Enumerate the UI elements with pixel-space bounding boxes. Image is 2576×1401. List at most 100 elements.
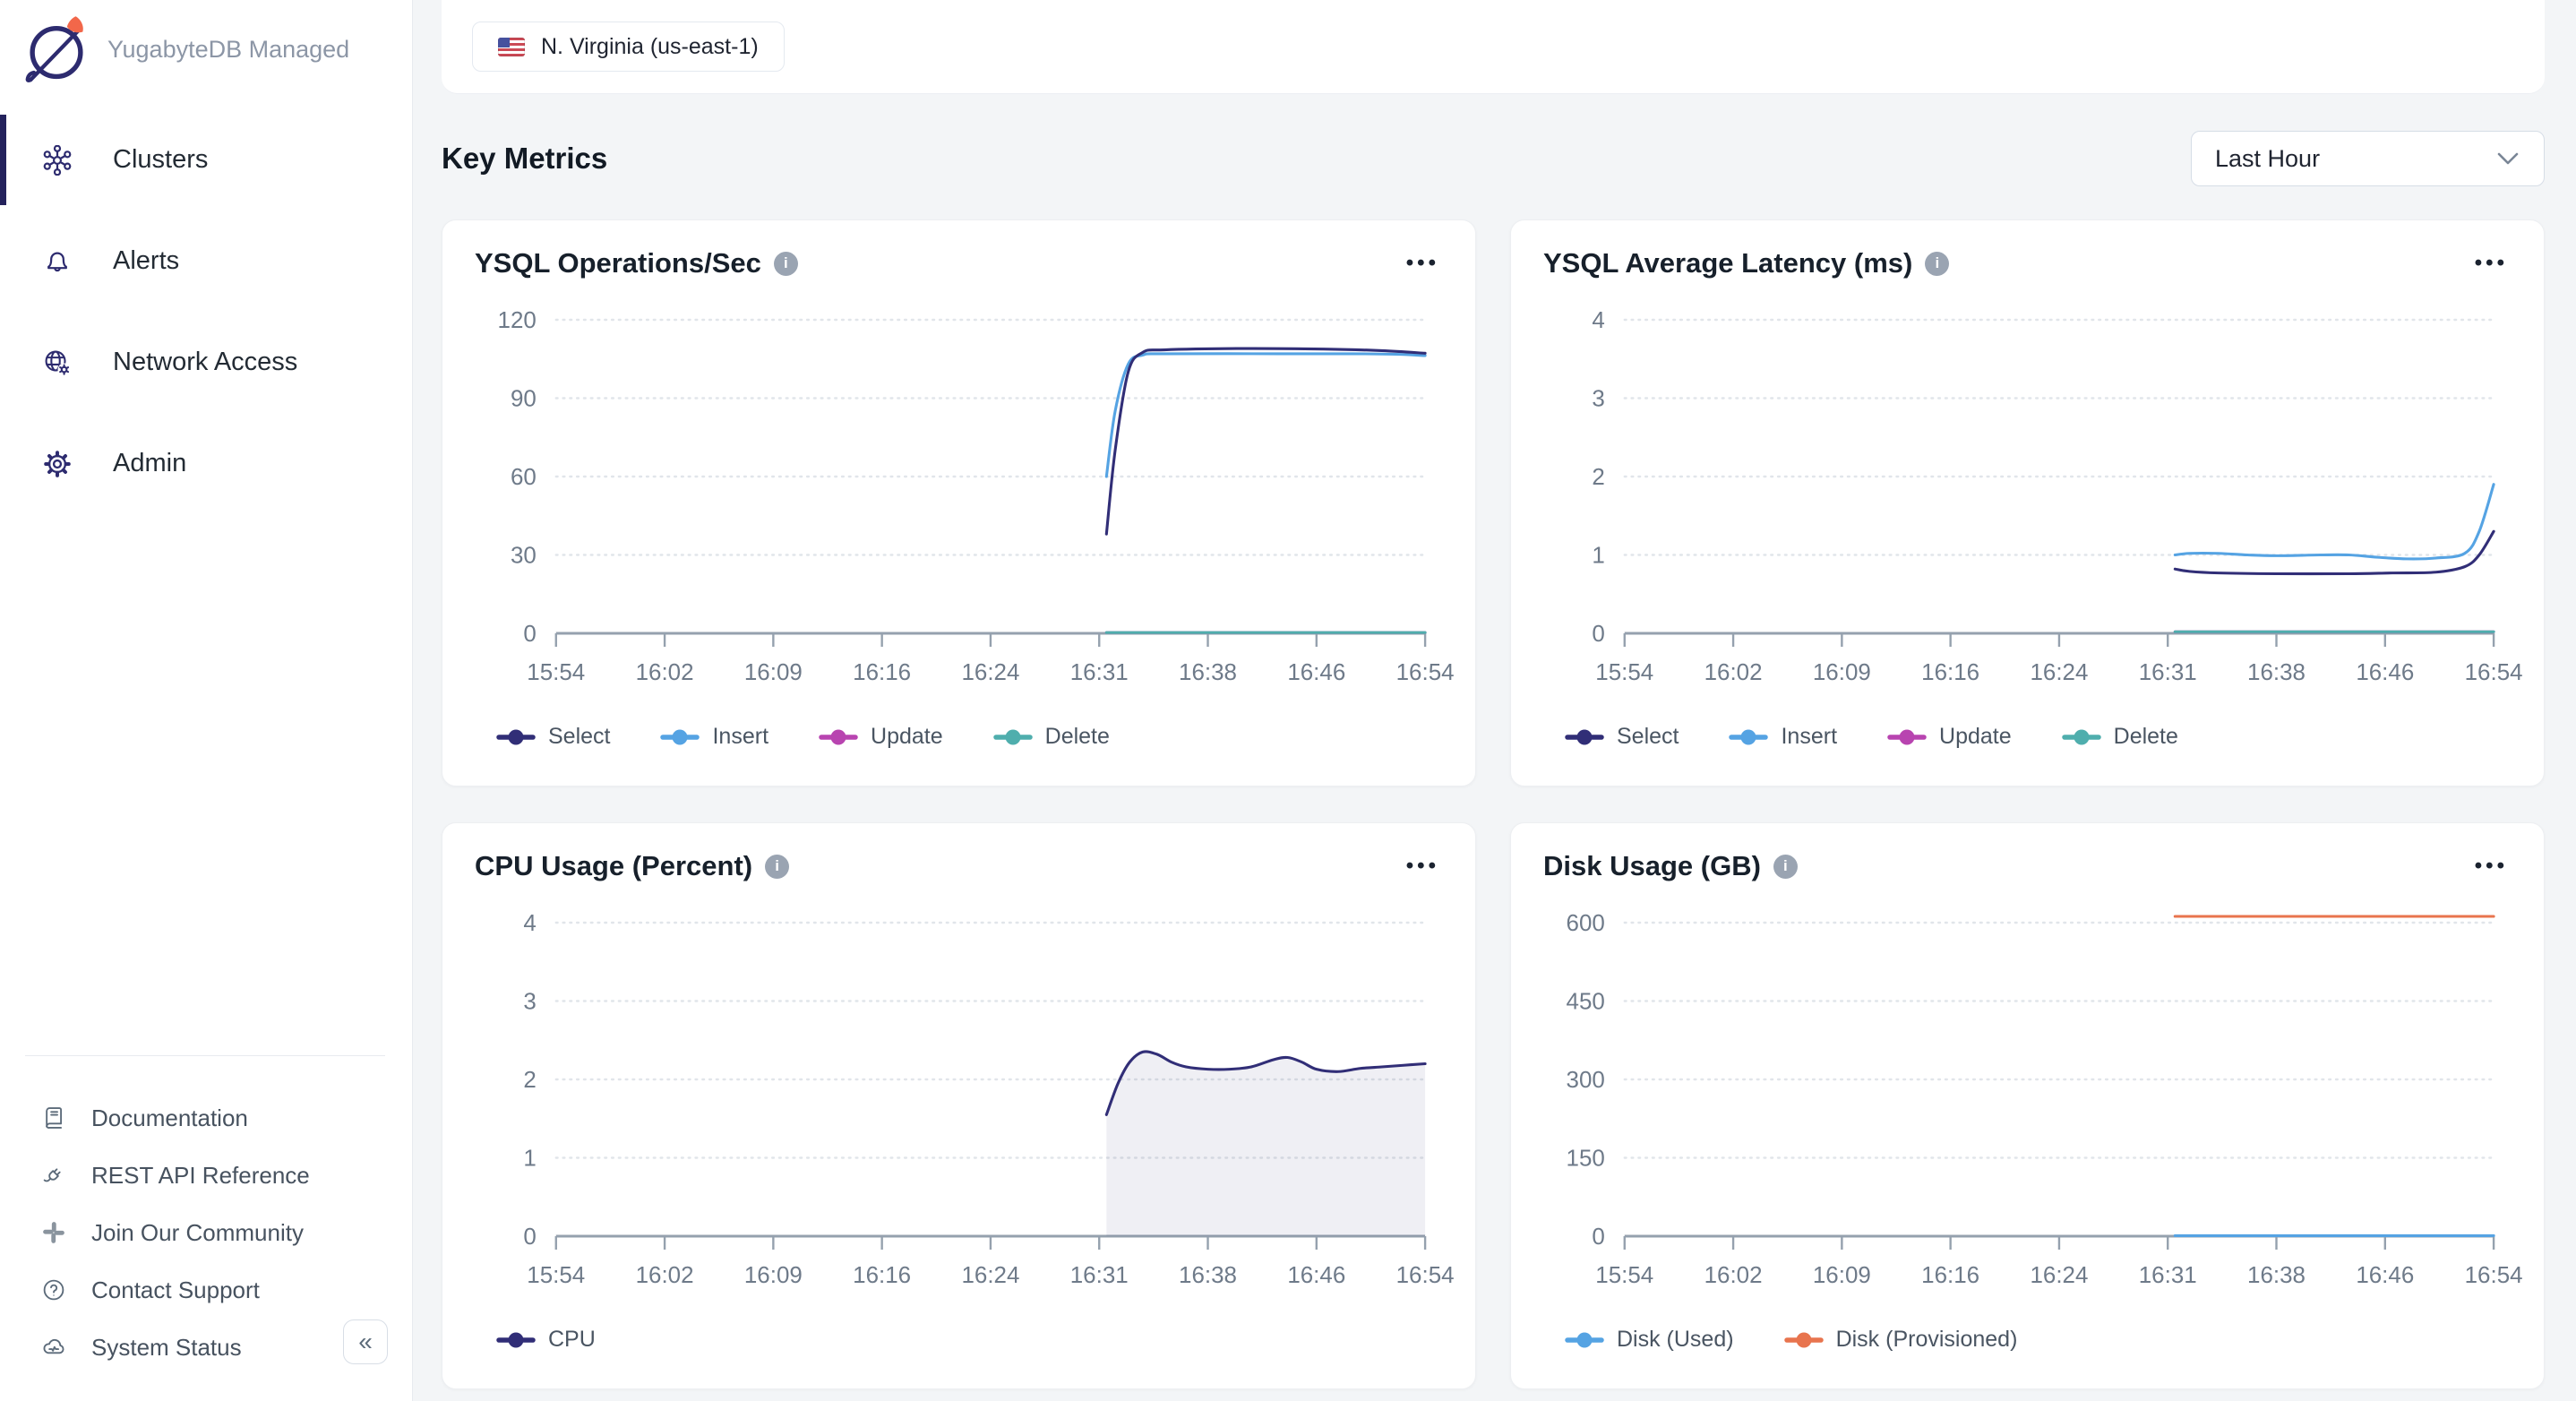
info-icon[interactable]: i — [765, 855, 789, 879]
sidebar-collapse-button[interactable]: « — [343, 1319, 388, 1364]
region-label: N. Virginia (us-east-1) — [541, 34, 759, 60]
legend-item-delete[interactable]: Delete — [2062, 724, 2178, 750]
legend-marker-icon — [1565, 1331, 1604, 1349]
svg-text:16:16: 16:16 — [1921, 658, 1979, 685]
svg-text:16:16: 16:16 — [853, 658, 911, 685]
chart-card-header: CPU Usage (Percent) i ••• — [442, 823, 1475, 882]
legend-item-delete[interactable]: Delete — [993, 724, 1110, 750]
svg-text:16:24: 16:24 — [961, 1261, 1019, 1288]
svg-text:16:09: 16:09 — [744, 1261, 803, 1288]
svg-text:150: 150 — [1567, 1144, 1605, 1171]
chart-card-header: YSQL Operations/Sec i ••• — [442, 220, 1475, 279]
legend-marker-icon — [1565, 728, 1604, 746]
chart-card-disk-usage: Disk Usage (GB) i ••• 015030045060015:54… — [1510, 822, 2545, 1389]
legend-marker-icon — [993, 728, 1033, 746]
svg-text:16:09: 16:09 — [1813, 1261, 1871, 1288]
svg-text:16:02: 16:02 — [636, 1261, 694, 1288]
svg-text:0: 0 — [523, 1223, 536, 1250]
legend-item-update[interactable]: Update — [1887, 724, 2012, 750]
collapse-chevrons-icon: « — [358, 1328, 373, 1356]
legend-item-select[interactable]: Select — [1565, 724, 1679, 750]
chart-legend: Select Insert Update Delete — [1565, 724, 2178, 750]
legend-item-disk-provisioned[interactable]: Disk (Provisioned) — [1784, 1327, 2018, 1353]
ellipsis-menu-icon[interactable]: ••• — [1406, 855, 1439, 877]
svg-text:15:54: 15:54 — [1595, 658, 1653, 685]
legend-label: CPU — [548, 1327, 596, 1353]
svg-text:2: 2 — [523, 1066, 536, 1093]
sidebar-item-label: Clusters — [113, 145, 208, 175]
legend-label: Disk (Used) — [1617, 1327, 1734, 1353]
svg-text:16:16: 16:16 — [1921, 1261, 1979, 1288]
legend-marker-icon — [1729, 728, 1768, 746]
chart-card-ysql-latency: YSQL Average Latency (ms) i ••• 0123415:… — [1510, 219, 2545, 786]
info-icon[interactable]: i — [1773, 855, 1798, 879]
legend-item-update[interactable]: Update — [819, 724, 943, 750]
time-range-value: Last Hour — [2215, 145, 2320, 173]
svg-text:16:31: 16:31 — [2139, 1261, 2197, 1288]
sidebar-item-label: Alerts — [113, 246, 179, 276]
legend-item-insert[interactable]: Insert — [660, 724, 769, 750]
chart-legend: CPU — [496, 1327, 596, 1353]
svg-text:90: 90 — [511, 384, 537, 411]
legend-item-cpu[interactable]: CPU — [496, 1327, 596, 1353]
svg-text:0: 0 — [1592, 1223, 1604, 1250]
legend-marker-icon — [496, 1331, 536, 1349]
sidebar-item-admin[interactable]: Admin — [0, 413, 412, 514]
legend-item-insert[interactable]: Insert — [1729, 724, 1837, 750]
svg-text:16:24: 16:24 — [2030, 658, 2088, 685]
info-icon[interactable]: i — [1925, 252, 1949, 276]
chevron-down-icon — [2497, 152, 2519, 166]
info-icon[interactable]: i — [774, 252, 798, 276]
legend-label: Disk (Provisioned) — [1836, 1327, 2018, 1353]
legend-item-select[interactable]: Select — [496, 724, 610, 750]
ellipsis-menu-icon[interactable]: ••• — [2475, 855, 2508, 877]
svg-text:16:31: 16:31 — [2139, 658, 2197, 685]
legend-item-disk-used[interactable]: Disk (Used) — [1565, 1327, 1734, 1353]
chart-title: YSQL Average Latency (ms) — [1543, 247, 1912, 279]
yugabytedb-managed-dashboard: YugabyteDB Managed Clusters — [0, 0, 2576, 1401]
svg-text:30: 30 — [511, 541, 537, 568]
time-range-select[interactable]: Last Hour — [2191, 131, 2545, 186]
svg-text:2: 2 — [1592, 463, 1604, 490]
sidebar-item-contact-support[interactable]: Contact Support — [0, 1261, 412, 1319]
svg-text:16:16: 16:16 — [853, 1261, 911, 1288]
app-title: YugabyteDB Managed — [107, 36, 349, 64]
sidebar-item-clusters[interactable]: Clusters — [0, 109, 412, 211]
sidebar-item-documentation[interactable]: Documentation — [0, 1089, 412, 1147]
legend-label: Delete — [1045, 724, 1110, 750]
legend-label: Select — [1617, 724, 1679, 750]
chart-legend: Disk (Used) Disk (Provisioned) — [1565, 1327, 2017, 1353]
region-panel: N. Virginia (us-east-1) — [442, 0, 2545, 94]
svg-text:15:54: 15:54 — [1595, 1261, 1653, 1288]
footer-item-label: Join Our Community — [91, 1219, 304, 1247]
sidebar-item-rest-api-reference[interactable]: REST API Reference — [0, 1147, 412, 1204]
legend-label: Insert — [1781, 724, 1837, 750]
svg-text:16:02: 16:02 — [1704, 1261, 1763, 1288]
clusters-icon — [32, 145, 82, 176]
footer-item-label: System Status — [91, 1334, 242, 1362]
svg-text:600: 600 — [1567, 909, 1605, 936]
svg-text:15:54: 15:54 — [527, 1261, 585, 1288]
ellipsis-menu-icon[interactable]: ••• — [2475, 253, 2508, 274]
chart-title: CPU Usage (Percent) — [475, 850, 752, 882]
chart-card-ysql-operations: YSQL Operations/Sec i ••• 030609012015:5… — [442, 219, 1476, 786]
sidebar-nav: Clusters Alerts — [0, 109, 412, 514]
chart-card-header: Disk Usage (GB) i ••• — [1511, 823, 2544, 882]
sidebar-item-join-our-community[interactable]: Join Our Community — [0, 1204, 412, 1261]
legend-marker-icon — [660, 728, 700, 746]
yugabyte-logo-icon — [18, 11, 95, 88]
svg-text:16:38: 16:38 — [1179, 1261, 1237, 1288]
chart-legend: Select Insert Update Delete — [496, 724, 1110, 750]
footer-item-label: REST API Reference — [91, 1162, 310, 1190]
sidebar-item-network-access[interactable]: Network Access — [0, 312, 412, 413]
svg-text:16:46: 16:46 — [1287, 658, 1345, 685]
region-selector-chip[interactable]: N. Virginia (us-east-1) — [472, 21, 785, 72]
sidebar-item-alerts[interactable]: Alerts — [0, 211, 412, 312]
ellipsis-menu-icon[interactable]: ••• — [1406, 253, 1439, 274]
legend-marker-icon — [1784, 1331, 1824, 1349]
chart-card-cpu-usage: CPU Usage (Percent) i ••• 0123415:5416:0… — [442, 822, 1476, 1389]
globe-gear-icon — [32, 348, 82, 378]
sidebar-item-label: Network Access — [113, 348, 297, 377]
ysql-operations-plot: 030609012015:5416:0216:0916:1616:2416:31… — [442, 299, 1475, 698]
svg-text:0: 0 — [1592, 620, 1604, 647]
